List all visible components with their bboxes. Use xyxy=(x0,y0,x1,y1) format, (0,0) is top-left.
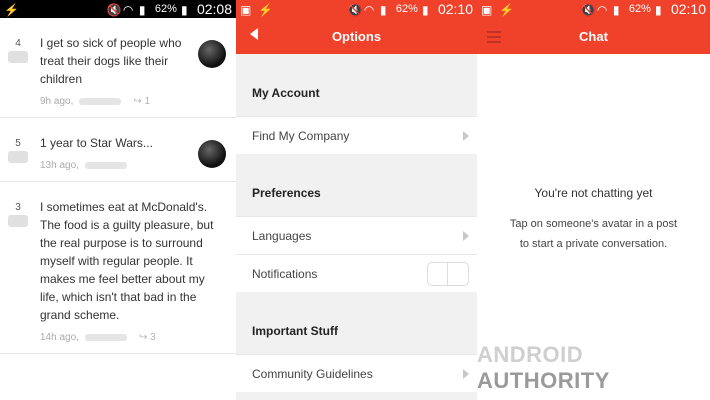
mute-icon: 🔇 xyxy=(106,3,122,17)
option-find-my-company[interactable]: Find My Company xyxy=(236,116,477,154)
vote-control[interactable]: 4 xyxy=(8,38,28,63)
clock: 02:10 xyxy=(670,1,706,17)
score-count: 3 xyxy=(15,202,21,213)
post-feed: 4 I get so sick of people who treat thei… xyxy=(0,18,236,400)
section-title-preferences: Preferences xyxy=(252,186,321,200)
post-item[interactable]: 4 I get so sick of people who treat thei… xyxy=(0,18,236,118)
option-community-guidelines[interactable]: Community Guidelines xyxy=(236,354,477,392)
empty-state-title: You're not chatting yet xyxy=(534,186,653,200)
notifications-toggle[interactable] xyxy=(427,262,469,286)
post-meta: 9h ago, ↪ 1 xyxy=(40,96,228,107)
image-icon: ▣ xyxy=(240,3,252,17)
options-screen: ▣ ⚡ 🔇 ◠ ▮ 62% ▮ 02:10 Options My Account… xyxy=(236,0,477,400)
battery-icon: ▮ xyxy=(421,3,429,17)
avatar[interactable] xyxy=(198,140,226,168)
signal-icon: ▮ xyxy=(612,3,620,17)
option-label: Languages xyxy=(252,228,312,243)
battery-icon: ▮ xyxy=(180,3,188,17)
empty-state-text: Tap on someone's avatar in a post to sta… xyxy=(509,218,678,250)
heart-icon[interactable] xyxy=(8,215,28,227)
page-title: Chat xyxy=(579,28,608,44)
status-bar: ▣ ⚡ 🔇 ◠ ▮ 62% ▮ 02:10 xyxy=(236,0,477,18)
chat-toolbar: Chat xyxy=(477,18,710,54)
score-count: 5 xyxy=(15,138,21,149)
heart-icon[interactable] xyxy=(8,151,28,163)
section-title-my-account: My Account xyxy=(252,86,320,100)
mute-icon: 🔇 xyxy=(347,3,363,17)
post-time: 9h ago, xyxy=(40,96,74,107)
wifi-icon: ◠ xyxy=(596,3,608,17)
chevron-right-icon xyxy=(463,230,469,241)
battery-percent: 62% xyxy=(628,3,651,15)
options-list: My Account Find My Company Preferences L… xyxy=(236,54,477,400)
battery-icon: ▮ xyxy=(654,3,662,17)
post-text: I sometimes eat at McDonald's. The food … xyxy=(40,200,214,322)
post-time: 13h ago, xyxy=(40,160,79,171)
post-meta: 14h ago, ↪ 3 xyxy=(40,332,228,343)
wifi-icon: ◠ xyxy=(122,3,134,17)
feed-screen: ⚡ 🔇 ◠ ▮ 62% ▮ 02:08 4 I get so sick of p… xyxy=(0,0,236,400)
score-count: 4 xyxy=(15,38,21,49)
heart-icon[interactable] xyxy=(8,51,28,63)
lightning-icon: ⚡ xyxy=(4,3,19,17)
option-label: Find My Company xyxy=(252,128,350,143)
watermark-part1: ANDROID xyxy=(477,342,584,367)
mute-icon: 🔇 xyxy=(580,3,596,17)
signal-icon: ▮ xyxy=(379,3,387,17)
lightning-icon: ⚡ xyxy=(499,3,514,17)
section-title-important-stuff: Important Stuff xyxy=(252,324,338,338)
image-icon: ▣ xyxy=(481,3,493,17)
post-item[interactable]: 3 I sometimes eat at McDonald's. The foo… xyxy=(0,182,236,354)
share-icon[interactable]: ↪ 3 xyxy=(139,332,156,343)
option-label: Community Guidelines xyxy=(252,366,373,381)
share-count: 1 xyxy=(144,96,151,107)
toggle-knob xyxy=(428,263,448,285)
post-item[interactable]: 5 1 year to Star Wars... 13h ago, xyxy=(0,118,236,182)
back-arrow-icon[interactable] xyxy=(250,28,258,40)
option-label: Notifications xyxy=(252,266,318,281)
blurred-location xyxy=(84,334,127,341)
options-toolbar: Options xyxy=(236,18,477,54)
share-icon[interactable]: ↪ 1 xyxy=(133,96,150,107)
lightning-icon: ⚡ xyxy=(258,3,273,17)
chevron-right-icon xyxy=(463,130,469,141)
battery-percent: 62% xyxy=(395,3,418,15)
watermark: ANDROID AUTHORITY xyxy=(477,342,700,394)
page-title: Options xyxy=(331,28,382,44)
vote-control[interactable]: 5 xyxy=(8,138,28,163)
option-notifications: Notifications xyxy=(236,254,477,292)
status-bar: ▣ ⚡ 🔇 ◠ ▮ 62% ▮ 02:10 xyxy=(477,0,710,18)
blurred-location xyxy=(79,98,122,105)
avatar[interactable] xyxy=(198,40,226,68)
chevron-right-icon xyxy=(463,368,469,379)
signal-icon: ▮ xyxy=(138,3,146,17)
watermark-part2: AUTHORITY xyxy=(477,368,610,393)
empty-state: You're not chatting yet Tap on someone's… xyxy=(477,186,710,254)
clock: 02:10 xyxy=(437,1,473,17)
clock: 02:08 xyxy=(196,1,232,17)
option-languages[interactable]: Languages xyxy=(236,216,477,254)
blurred-location xyxy=(84,162,127,169)
post-time: 14h ago, xyxy=(40,332,79,343)
wifi-icon: ◠ xyxy=(363,3,375,17)
vote-control[interactable]: 3 xyxy=(8,202,28,227)
share-count: 3 xyxy=(150,332,156,343)
hamburger-menu-icon[interactable] xyxy=(487,31,501,46)
chat-screen: ▣ ⚡ 🔇 ◠ ▮ 62% ▮ 02:10 Chat You're not ch… xyxy=(477,0,710,400)
status-bar: ⚡ 🔇 ◠ ▮ 62% ▮ 02:08 xyxy=(0,0,236,18)
battery-percent: 62% xyxy=(154,3,177,15)
